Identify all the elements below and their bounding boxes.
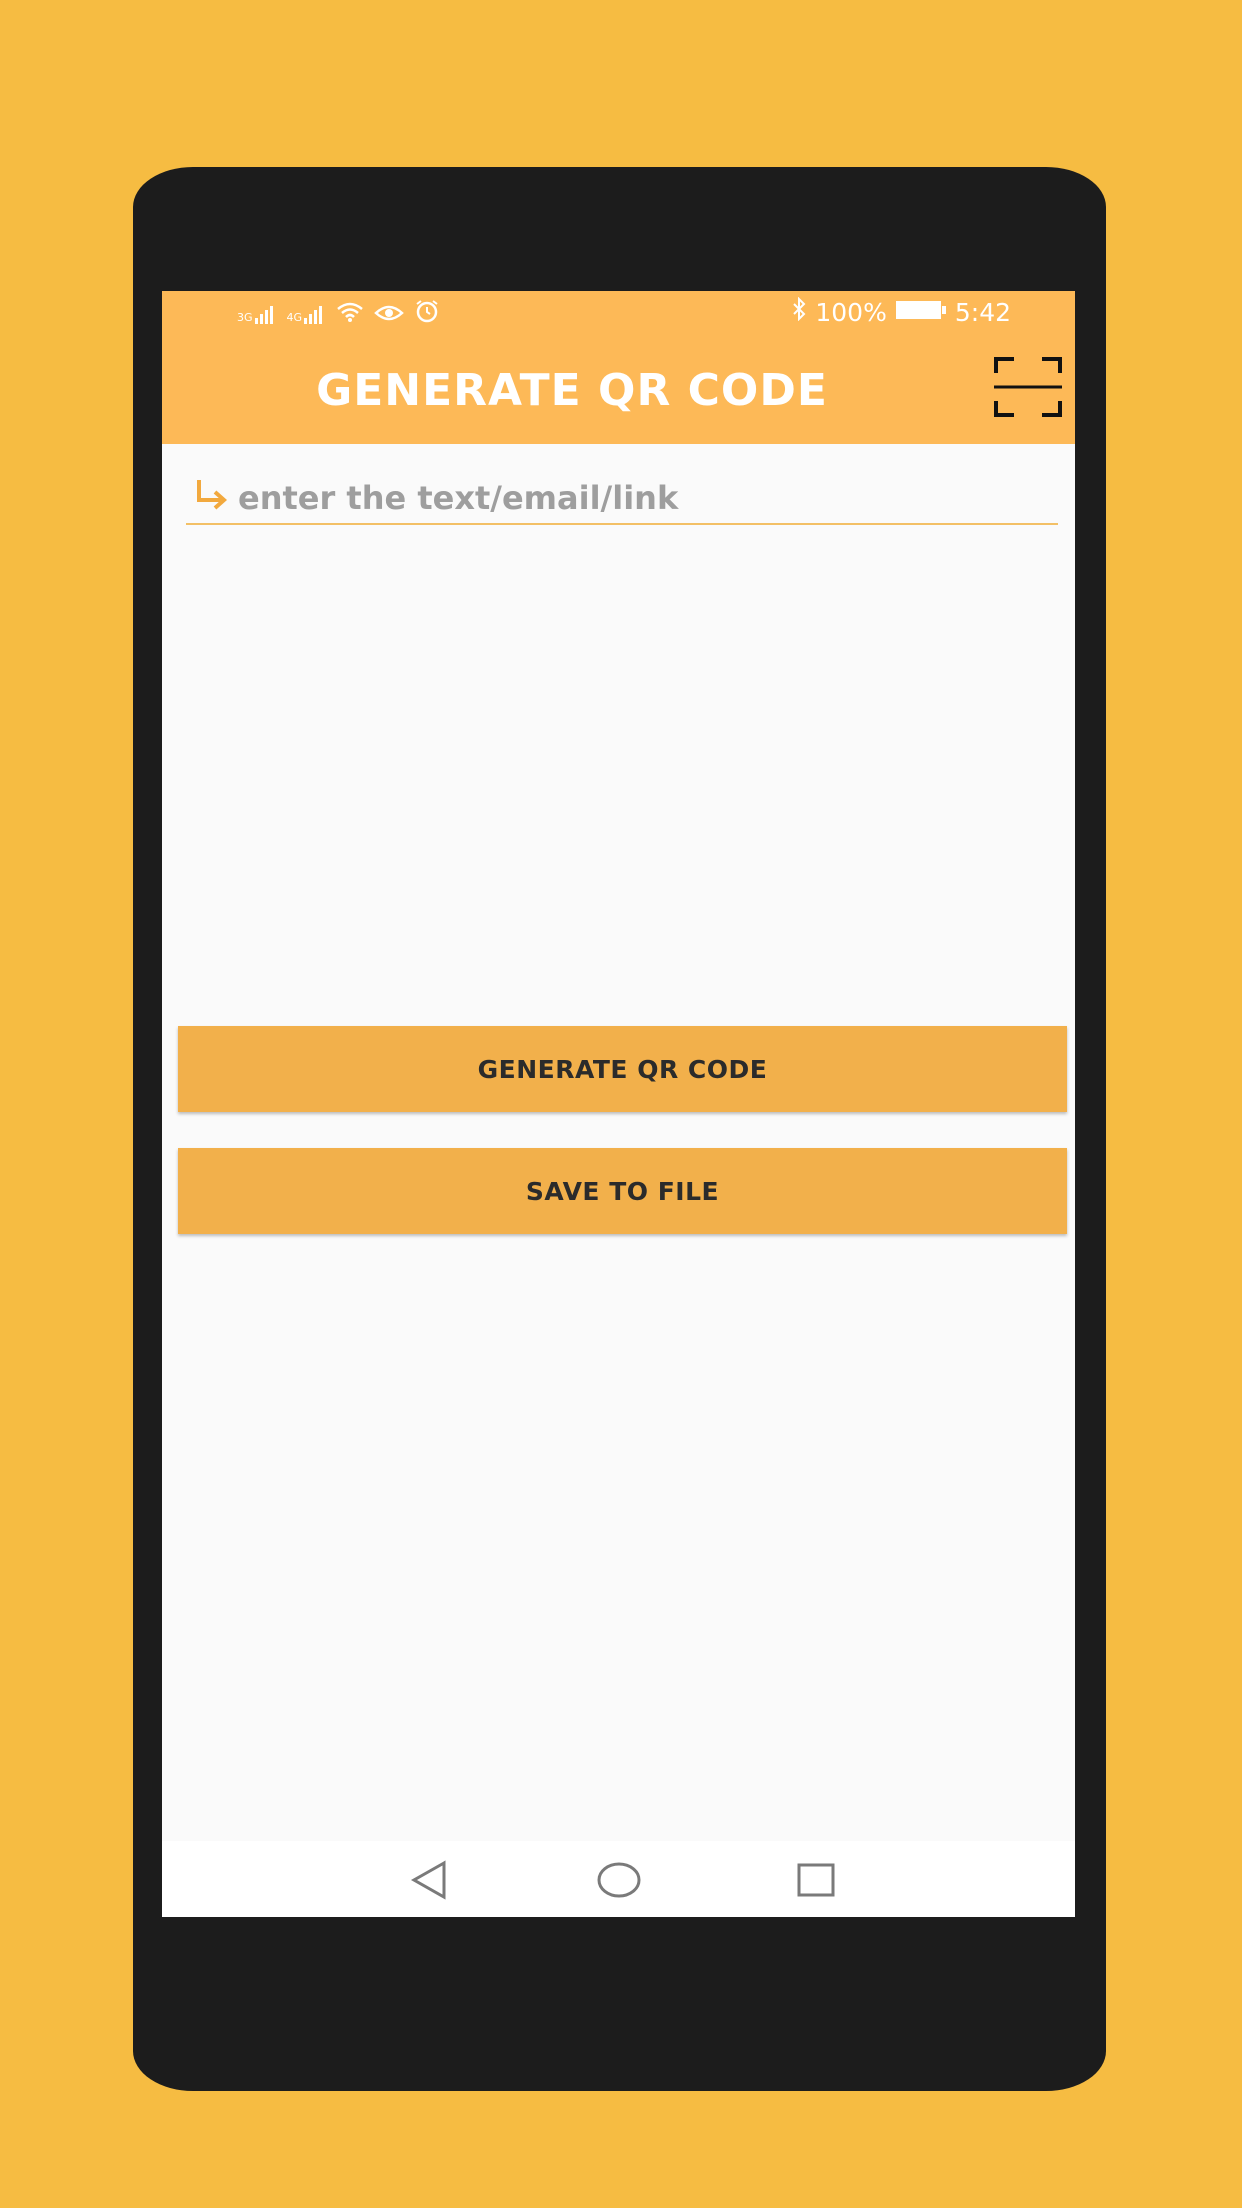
text-input[interactable]: [236, 479, 1038, 517]
recents-button[interactable]: [786, 1855, 846, 1905]
scan-icon: [994, 357, 1062, 417]
scan-button[interactable]: [992, 355, 1064, 419]
recents-nav-icon: [797, 1863, 835, 1897]
back-nav-icon: [410, 1860, 446, 1900]
signal-4g-icon: 4G: [287, 304, 327, 324]
signal-3g-icon: 3G: [237, 304, 277, 324]
text-input-row: [186, 473, 1058, 525]
clock-time: 5:42: [954, 297, 1011, 327]
bluetooth-icon: [791, 296, 807, 327]
battery-icon: [895, 298, 947, 327]
app-bar: GENERATE QR CODE: [162, 337, 1075, 444]
navigation-bar: [162, 1841, 1075, 1917]
generate-qr-button[interactable]: GENERATE QR CODE: [178, 1026, 1067, 1112]
home-button[interactable]: [589, 1855, 649, 1905]
wifi-icon: [336, 300, 364, 329]
save-to-file-button[interactable]: SAVE TO FILE: [178, 1148, 1067, 1234]
page-title: GENERATE QR CODE: [316, 365, 828, 416]
battery-percent: 100%: [815, 297, 887, 327]
phone-screen: 3G 4G 100% 5:42 GENERATE QR CODE enter t…: [162, 291, 1075, 1917]
alarm-icon: [414, 299, 440, 329]
home-nav-icon: [597, 1862, 641, 1898]
back-button[interactable]: [400, 1855, 460, 1905]
status-bar: 3G 4G 100% 5:42: [162, 291, 1075, 337]
arrow-return-icon: [186, 476, 236, 521]
eye-icon: [374, 300, 404, 329]
